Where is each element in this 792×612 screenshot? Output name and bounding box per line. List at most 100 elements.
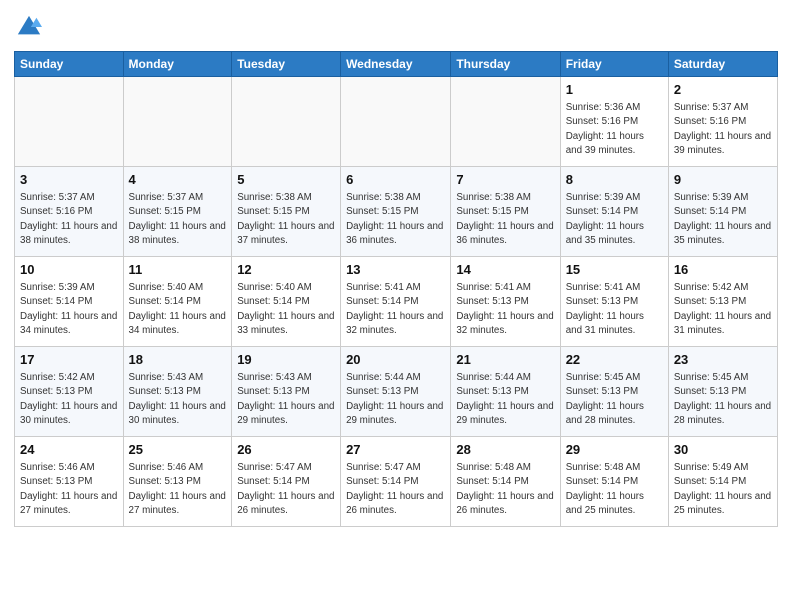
calendar-table: SundayMondayTuesdayWednesdayThursdayFrid… — [14, 51, 778, 527]
header — [14, 10, 778, 45]
day-number: 4 — [129, 171, 227, 189]
weekday-header-tuesday: Tuesday — [232, 52, 341, 77]
day-info: Sunrise: 5:48 AM Sunset: 5:14 PM Dayligh… — [566, 461, 663, 518]
weekday-header-saturday: Saturday — [668, 52, 777, 77]
page: SundayMondayTuesdayWednesdayThursdayFrid… — [0, 0, 792, 537]
calendar-week-row: 17 Sunrise: 5:42 AM Sunset: 5:13 PM Dayli… — [15, 347, 778, 437]
day-number: 23 — [674, 351, 772, 369]
calendar-cell: 2Sunrise: 5:37 AM Sunset: 5:16 PM Daylig… — [668, 77, 777, 167]
day-number: 29 — [566, 441, 663, 459]
day-info: Sunrise: 5:48 AM Sunset: 5:14 PM Dayligh… — [456, 461, 554, 518]
weekday-header-thursday: Thursday — [451, 52, 560, 77]
weekday-header-sunday: Sunday — [15, 52, 124, 77]
calendar-cell — [15, 77, 124, 167]
day-info: Sunrise: 5:46 AM Sunset: 5:13 PM Dayligh… — [129, 461, 227, 518]
day-info: Sunrise: 5:47 AM Sunset: 5:14 PM Dayligh… — [237, 461, 335, 518]
day-info: Sunrise: 5:41 AM Sunset: 5:13 PM Dayligh… — [566, 281, 663, 338]
calendar-cell: 29 Sunrise: 5:48 AM Sunset: 5:14 PM Dayli… — [560, 437, 668, 527]
day-info: Sunrise: 5:41 AM Sunset: 5:14 PM Dayligh… — [346, 281, 445, 338]
day-number: 16 — [674, 261, 772, 279]
calendar-cell: 23 Sunrise: 5:45 AM Sunset: 5:13 PM Dayli… — [668, 347, 777, 437]
day-number: 18 — [129, 351, 227, 369]
weekday-header-wednesday: Wednesday — [341, 52, 451, 77]
logo — [14, 14, 42, 45]
calendar-cell: 7 Sunrise: 5:38 AM Sunset: 5:15 PM Daylig… — [451, 167, 560, 257]
calendar-cell — [232, 77, 341, 167]
day-number: 12 — [237, 261, 335, 279]
calendar-cell: 5Sunrise: 5:38 AM Sunset: 5:15 PM Daylig… — [232, 167, 341, 257]
day-number: 30 — [674, 441, 772, 459]
day-info: Sunrise: 5:36 AM Sunset: 5:16 PM Dayligh… — [566, 101, 663, 158]
calendar-week-row: 1 Sunrise: 5:36 AM Sunset: 5:16 PM Daylig… — [15, 77, 778, 167]
calendar-cell: 20 Sunrise: 5:44 AM Sunset: 5:13 PM Dayli… — [341, 347, 451, 437]
calendar-cell: 3 Sunrise: 5:37 AM Sunset: 5:16 PM Daylig… — [15, 167, 124, 257]
calendar-week-row: 3 Sunrise: 5:37 AM Sunset: 5:16 PM Daylig… — [15, 167, 778, 257]
day-number: 27 — [346, 441, 445, 459]
day-info: Sunrise: 5:39 AM Sunset: 5:14 PM Dayligh… — [674, 191, 772, 248]
calendar-week-row: 10 Sunrise: 5:39 AM Sunset: 5:14 PM Dayli… — [15, 257, 778, 347]
day-number: 22 — [566, 351, 663, 369]
day-number: 28 — [456, 441, 554, 459]
day-number: 20 — [346, 351, 445, 369]
calendar-cell: 19Sunrise: 5:43 AM Sunset: 5:13 PM Dayli… — [232, 347, 341, 437]
day-number: 8 — [566, 171, 663, 189]
calendar-cell: 15 Sunrise: 5:41 AM Sunset: 5:13 PM Dayli… — [560, 257, 668, 347]
day-info: Sunrise: 5:38 AM Sunset: 5:15 PM Dayligh… — [346, 191, 445, 248]
day-info: Sunrise: 5:41 AM Sunset: 5:13 PM Dayligh… — [456, 281, 554, 338]
day-number: 1 — [566, 81, 663, 99]
day-info: Sunrise: 5:37 AM Sunset: 5:15 PM Dayligh… — [129, 191, 227, 248]
calendar-cell: 16 Sunrise: 5:42 AM Sunset: 5:13 PM Dayli… — [668, 257, 777, 347]
calendar-cell: 25 Sunrise: 5:46 AM Sunset: 5:13 PM Dayli… — [123, 437, 232, 527]
weekday-header-monday: Monday — [123, 52, 232, 77]
day-info: Sunrise: 5:45 AM Sunset: 5:13 PM Dayligh… — [674, 371, 772, 428]
calendar-cell: 1 Sunrise: 5:36 AM Sunset: 5:16 PM Daylig… — [560, 77, 668, 167]
day-number: 14 — [456, 261, 554, 279]
day-info: Sunrise: 5:49 AM Sunset: 5:14 PM Dayligh… — [674, 461, 772, 518]
day-number: 26 — [237, 441, 335, 459]
day-info: Sunrise: 5:42 AM Sunset: 5:13 PM Dayligh… — [20, 371, 118, 428]
logo-text — [14, 14, 42, 45]
day-info: Sunrise: 5:44 AM Sunset: 5:13 PM Dayligh… — [346, 371, 445, 428]
calendar-cell: 22 Sunrise: 5:45 AM Sunset: 5:13 PM Dayli… — [560, 347, 668, 437]
calendar-cell: 28 Sunrise: 5:48 AM Sunset: 5:14 PM Dayli… — [451, 437, 560, 527]
day-number: 7 — [456, 171, 554, 189]
calendar-cell: 13Sunrise: 5:41 AM Sunset: 5:14 PM Dayli… — [341, 257, 451, 347]
day-number: 6 — [346, 171, 445, 189]
day-number: 11 — [129, 261, 227, 279]
day-info: Sunrise: 5:42 AM Sunset: 5:13 PM Dayligh… — [674, 281, 772, 338]
day-number: 17 — [20, 351, 118, 369]
day-info: Sunrise: 5:39 AM Sunset: 5:14 PM Dayligh… — [566, 191, 663, 248]
day-number: 2 — [674, 81, 772, 99]
calendar-cell: 18 Sunrise: 5:43 AM Sunset: 5:13 PM Dayli… — [123, 347, 232, 437]
day-number: 21 — [456, 351, 554, 369]
calendar-cell: 8 Sunrise: 5:39 AM Sunset: 5:14 PM Daylig… — [560, 167, 668, 257]
calendar-header-row: SundayMondayTuesdayWednesdayThursdayFrid… — [15, 52, 778, 77]
day-info: Sunrise: 5:38 AM Sunset: 5:15 PM Dayligh… — [456, 191, 554, 248]
day-info: Sunrise: 5:39 AM Sunset: 5:14 PM Dayligh… — [20, 281, 118, 338]
calendar-cell: 27 Sunrise: 5:47 AM Sunset: 5:14 PM Dayli… — [341, 437, 451, 527]
calendar-cell — [123, 77, 232, 167]
day-info: Sunrise: 5:43 AM Sunset: 5:13 PM Dayligh… — [129, 371, 227, 428]
calendar-cell: 30 Sunrise: 5:49 AM Sunset: 5:14 PM Dayli… — [668, 437, 777, 527]
day-info: Sunrise: 5:45 AM Sunset: 5:13 PM Dayligh… — [566, 371, 663, 428]
day-number: 10 — [20, 261, 118, 279]
day-info: Sunrise: 5:40 AM Sunset: 5:14 PM Dayligh… — [237, 281, 335, 338]
day-info: Sunrise: 5:47 AM Sunset: 5:14 PM Dayligh… — [346, 461, 445, 518]
day-number: 19 — [237, 351, 335, 369]
logo-icon — [16, 14, 42, 40]
calendar-cell: 10 Sunrise: 5:39 AM Sunset: 5:14 PM Dayli… — [15, 257, 124, 347]
calendar-cell — [451, 77, 560, 167]
calendar-cell — [341, 77, 451, 167]
day-info: Sunrise: 5:37 AM Sunset: 5:16 PM Dayligh… — [20, 191, 118, 248]
day-info: Sunrise: 5:44 AM Sunset: 5:13 PM Dayligh… — [456, 371, 554, 428]
calendar-cell: 11Sunrise: 5:40 AM Sunset: 5:14 PM Dayli… — [123, 257, 232, 347]
calendar-cell: 26 Sunrise: 5:47 AM Sunset: 5:14 PM Dayli… — [232, 437, 341, 527]
day-number: 24 — [20, 441, 118, 459]
day-number: 15 — [566, 261, 663, 279]
day-info: Sunrise: 5:46 AM Sunset: 5:13 PM Dayligh… — [20, 461, 118, 518]
day-number: 3 — [20, 171, 118, 189]
weekday-header-friday: Friday — [560, 52, 668, 77]
calendar-cell: 12 Sunrise: 5:40 AM Sunset: 5:14 PM Dayli… — [232, 257, 341, 347]
day-number: 25 — [129, 441, 227, 459]
calendar-cell: 24 Sunrise: 5:46 AM Sunset: 5:13 PM Dayli… — [15, 437, 124, 527]
